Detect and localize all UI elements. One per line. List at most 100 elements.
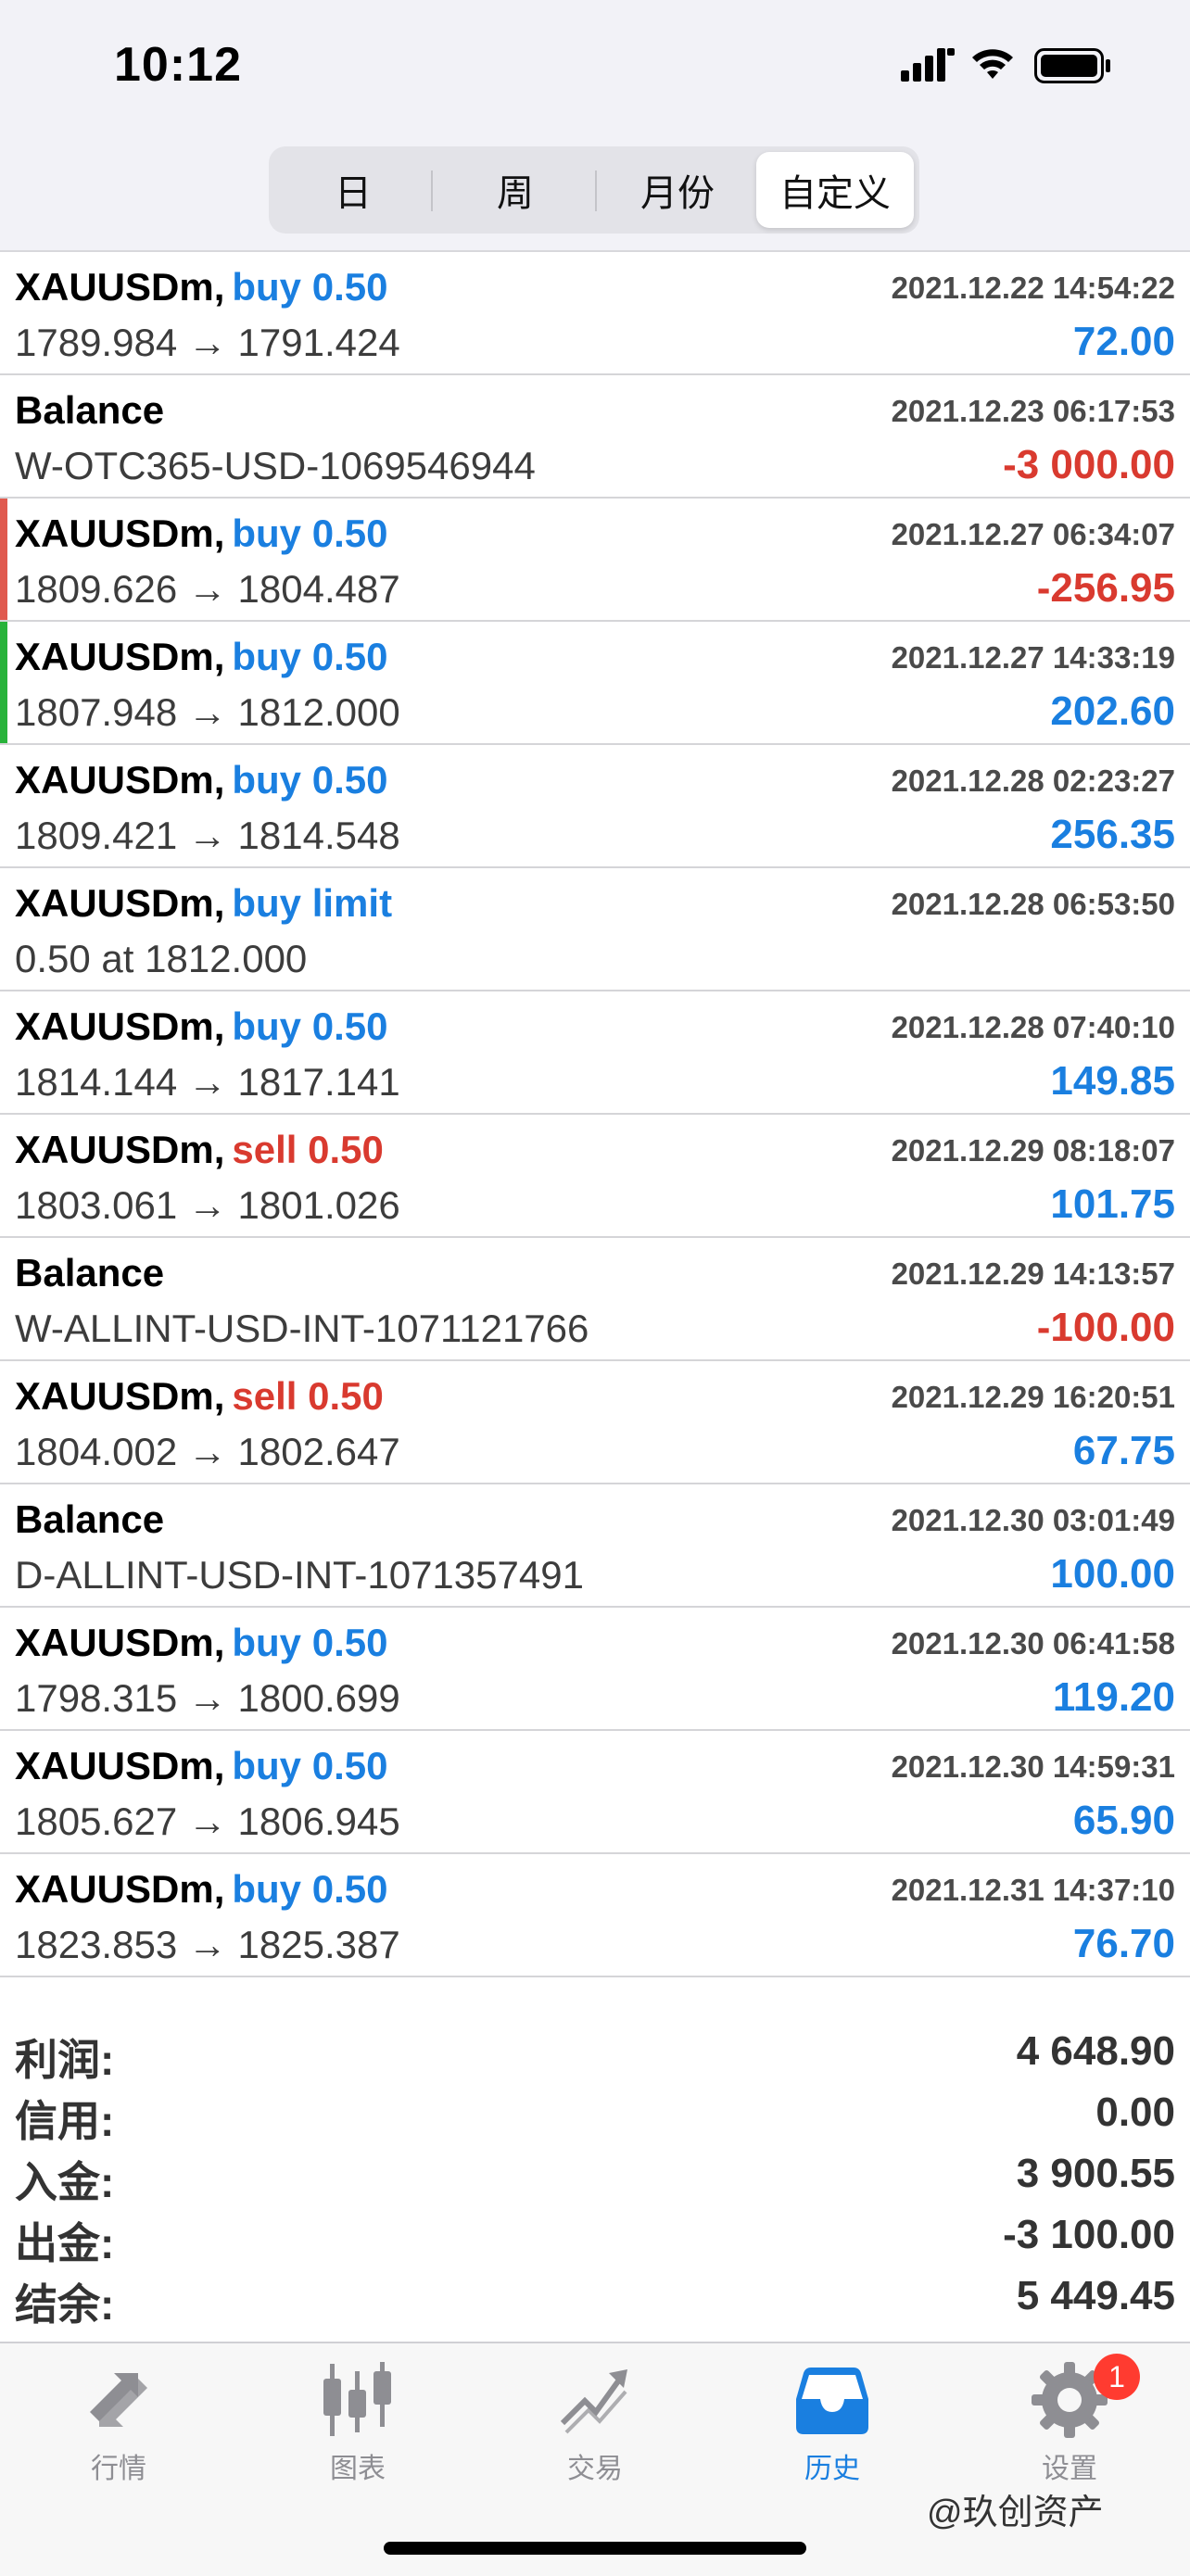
account-summary: 利润: 4 648.90 信用: 0.00 入金: 3 900.55 出金: -3 100.0… <box>0 2015 1190 2340</box>
row-detail: W-ALLINT-USD-INT-1071121766 <box>15 1307 589 1350</box>
row-datetime: 2021.12.31 14:37:10 <box>891 1873 1175 1907</box>
wifi-icon <box>972 49 1013 79</box>
row-detail: 1803.061 → 1801.026 <box>15 1183 400 1227</box>
row-detail: 1814.144 → 1817.141 <box>15 1060 400 1104</box>
history-row[interactable]: XAUUSDm, buy 0.50 1798.315 → 1800.699 2021.… <box>0 1608 1190 1731</box>
row-profit: 101.75 <box>1050 1181 1175 1227</box>
row-profit: 67.75 <box>1072 1428 1175 1473</box>
history-row[interactable]: XAUUSDm, buy 0.50 1805.627 → 1806.945 2021.… <box>0 1731 1190 1854</box>
row-action: buy limit <box>232 881 393 925</box>
trade-indicator-bar <box>0 499 7 620</box>
row-title: XAUUSDm, sell 0.50 <box>15 1128 384 1172</box>
segment-day[interactable]: 日 <box>274 152 432 228</box>
history-row[interactable]: XAUUSDm, sell 0.50 1804.002 → 1802.647 2021… <box>0 1361 1190 1484</box>
row-datetime: 2021.12.29 16:20:51 <box>891 1380 1175 1414</box>
row-detail: 1789.984 → 1791.424 <box>15 321 400 364</box>
row-symbol: XAUUSDm, <box>15 1004 225 1048</box>
row-detail: W-OTC365-USD-1069546944 <box>15 444 536 487</box>
tab-label: 交易 <box>567 2454 623 2484</box>
period-filter-bar: 日 周 月份 自定义 <box>0 139 1190 252</box>
history-row[interactable]: Balance W-ALLINT-USD-INT-1071121766 2021.1… <box>0 1238 1190 1361</box>
row-action: buy 0.50 <box>232 635 388 678</box>
trade-icon <box>560 2369 627 2434</box>
row-title: Balance <box>15 1251 171 1295</box>
row-datetime: 2021.12.30 06:41:58 <box>891 1626 1175 1661</box>
row-action: buy 0.50 <box>232 1621 388 1664</box>
row-profit: -3 000.00 <box>1003 442 1175 487</box>
cellular-signal-icon <box>901 48 955 82</box>
row-action: buy 0.50 <box>232 1744 388 1787</box>
summary-label: 信用: <box>15 2097 115 2145</box>
history-row[interactable]: XAUUSDm, sell 0.50 1803.061 → 1801.026 2021… <box>0 1115 1190 1238</box>
row-profit: 76.70 <box>1072 1921 1175 1966</box>
row-profit: 65.90 <box>1072 1798 1175 1843</box>
tab-quotes[interactable]: 行情 <box>35 2358 202 2497</box>
row-title: XAUUSDm, buy 0.50 <box>15 1867 387 1912</box>
row-profit: 256.35 <box>1050 812 1175 857</box>
row-profit: 72.00 <box>1072 319 1175 364</box>
row-detail: 1804.002 → 1802.647 <box>15 1430 400 1473</box>
history-row[interactable]: XAUUSDm, buy 0.50 1809.421 → 1814.548 2021.… <box>0 745 1190 868</box>
row-action: buy 0.50 <box>232 265 388 309</box>
row-symbol: XAUUSDm, <box>15 881 225 925</box>
tab-history[interactable]: 历史 <box>749 2358 916 2497</box>
history-row[interactable]: XAUUSDm, buy 0.50 1809.626 → 1804.487 2021.… <box>0 499 1190 622</box>
row-action: buy 0.50 <box>232 511 388 555</box>
row-datetime: 2021.12.27 14:33:19 <box>891 640 1175 675</box>
status-bar: 10:12 <box>0 0 1190 139</box>
row-detail: 1809.421 → 1814.548 <box>15 814 400 857</box>
segment-week[interactable]: 周 <box>437 152 594 228</box>
history-row[interactable]: XAUUSDm, buy limit 0.50 at 1812.000 2021.12… <box>0 868 1190 991</box>
history-row[interactable]: XAUUSDm, buy 0.50 1823.853 → 1825.387 2021.… <box>0 1854 1190 1977</box>
summary-row: 入金: 3 900.55 <box>15 2149 1175 2210</box>
row-title: XAUUSDm, buy 0.50 <box>15 1744 387 1788</box>
summary-label: 入金: <box>15 2158 115 2206</box>
tab-chart[interactable]: 图表 <box>274 2358 441 2497</box>
status-time: 10:12 <box>114 38 242 92</box>
row-title: Balance <box>15 388 171 433</box>
tab-trade[interactable]: 交易 <box>512 2358 678 2497</box>
segment-month[interactable]: 月份 <box>599 152 756 228</box>
row-symbol: Balance <box>15 1497 165 1541</box>
row-title: XAUUSDm, buy 0.50 <box>15 758 387 802</box>
row-symbol: XAUUSDm, <box>15 1374 225 1418</box>
summary-row: 结余: 5 449.45 <box>15 2271 1175 2332</box>
row-profit: 149.85 <box>1050 1058 1175 1104</box>
row-datetime: 2021.12.28 02:23:27 <box>891 764 1175 798</box>
home-indicator[interactable] <box>384 2542 806 2555</box>
history-row[interactable]: Balance W-OTC365-USD-1069546944 2021.12.23… <box>0 375 1190 499</box>
history-row[interactable]: XAUUSDm, buy 0.50 1814.144 → 1817.141 2021.… <box>0 991 1190 1115</box>
row-action: sell 0.50 <box>232 1128 384 1171</box>
summary-label: 利润: <box>15 2036 115 2084</box>
row-action: sell 0.50 <box>232 1374 384 1418</box>
row-symbol: XAUUSDm, <box>15 1744 225 1787</box>
tab-label: 行情 <box>91 2454 146 2484</box>
summary-label: 出金: <box>15 2219 115 2267</box>
segment-custom[interactable]: 自定义 <box>756 152 914 228</box>
settings-notification-badge: 1 <box>1094 2354 1140 2400</box>
chart-icon <box>323 2362 391 2436</box>
row-profit: -256.95 <box>1036 565 1175 611</box>
row-datetime: 2021.12.28 06:53:50 <box>891 887 1175 921</box>
summary-row: 利润: 4 648.90 <box>15 2027 1175 2088</box>
row-detail: 1809.626 → 1804.487 <box>15 567 400 611</box>
summary-value: -3 100.00 <box>1003 2212 1175 2257</box>
summary-value: 4 648.90 <box>1016 2028 1175 2074</box>
history-row[interactable]: Balance D-ALLINT-USD-INT-1071357491 2021.1… <box>0 1484 1190 1608</box>
row-symbol: Balance <box>15 1251 165 1294</box>
history-row[interactable]: XAUUSDm, buy 0.50 1789.984 → 1791.424 2021.… <box>0 252 1190 375</box>
row-symbol: XAUUSDm, <box>15 1621 225 1664</box>
row-symbol: XAUUSDm, <box>15 1128 225 1171</box>
row-profit: 202.60 <box>1050 688 1175 734</box>
row-detail: 1807.948 → 1812.000 <box>15 690 400 734</box>
summary-row: 信用: 0.00 <box>15 2088 1175 2149</box>
row-symbol: XAUUSDm, <box>15 1867 225 1911</box>
history-row[interactable]: XAUUSDm, buy 0.50 1807.948 → 1812.000 2021.… <box>0 622 1190 745</box>
row-datetime: 2021.12.27 06:34:07 <box>891 517 1175 551</box>
row-action: buy 0.50 <box>232 758 388 802</box>
row-datetime: 2021.12.29 08:18:07 <box>891 1133 1175 1168</box>
tab-label: 设置 <box>1042 2454 1097 2484</box>
row-datetime: 2021.12.28 07:40:10 <box>891 1010 1175 1044</box>
row-title: Balance <box>15 1497 171 1542</box>
row-title: XAUUSDm, buy 0.50 <box>15 265 387 309</box>
